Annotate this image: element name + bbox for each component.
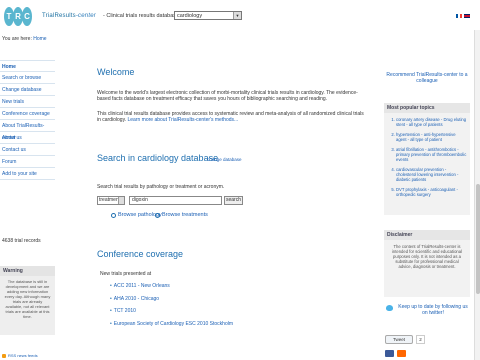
sidebar-nav: Home Search or browse Change database Ne… bbox=[0, 60, 55, 180]
rss-icon bbox=[2, 353, 6, 358]
db-label: - Clinical trials results database in bbox=[103, 13, 185, 19]
browse-treatments-link[interactable]: Browse treatments bbox=[155, 212, 208, 219]
disclaimer-box: Disclaimer The content of TrialResults-c… bbox=[384, 230, 470, 297]
brand-suffix: -center bbox=[75, 13, 96, 19]
welcome-paragraph-1: Welcome to the world's largest electroni… bbox=[97, 90, 358, 102]
warning-title: Warning bbox=[0, 266, 55, 276]
conference-subtitle: New trials presented at bbox=[100, 271, 152, 277]
logo-letter-c: C bbox=[22, 7, 32, 26]
search-title: Search in cardiology database bbox=[97, 153, 219, 163]
topic-item[interactable]: coronary artery disease - Drug eluting s… bbox=[396, 117, 467, 127]
breadcrumb-home-link[interactable]: Home bbox=[33, 36, 46, 42]
conference-item-aha-2010[interactable]: AHA 2010 - Chicago bbox=[110, 296, 233, 309]
conference-item-tct-2010[interactable]: TCT 2010 bbox=[110, 308, 233, 321]
page-scrollbar[interactable] bbox=[474, 30, 480, 360]
welcome-title: Welcome bbox=[97, 67, 135, 77]
magnifier-icon bbox=[111, 213, 116, 219]
english-flag-icon[interactable] bbox=[464, 14, 470, 18]
learn-more-link[interactable]: Learn more about TrialResults-center's m… bbox=[127, 117, 238, 123]
conference-list: ACC 2011 - New Orleans AHA 2010 - Chicag… bbox=[110, 283, 233, 333]
topic-item[interactable]: DVT prophylaxis - anticoagulant - orthop… bbox=[396, 187, 467, 197]
chevron-down-icon: ▼ bbox=[233, 12, 241, 19]
welcome-paragraph-2: This clinical trial results database pro… bbox=[97, 111, 369, 123]
nav-item-add-to-site[interactable]: Add to your site bbox=[0, 168, 55, 180]
conference-title: Conference coverage bbox=[97, 249, 184, 259]
nav-item-new-trials[interactable]: New trials bbox=[0, 96, 55, 108]
chevron-down-icon bbox=[118, 197, 124, 204]
popular-topics-title: Most popular topics bbox=[384, 103, 470, 113]
nav-item-about-trialresults[interactable]: About TrialResults-center bbox=[0, 120, 55, 141]
change-database-link[interactable]: change database bbox=[207, 157, 242, 163]
search-button[interactable]: search bbox=[224, 196, 243, 205]
french-flag-icon[interactable] bbox=[456, 14, 462, 18]
nav-item-about-us[interactable]: About us bbox=[0, 132, 55, 144]
tweet-widget: Tweet 2 bbox=[385, 335, 425, 344]
twitter-follow-text: Keep up to date by following us on twitt… bbox=[398, 304, 468, 316]
database-select-value: cardiology bbox=[177, 13, 203, 19]
nav-item-home[interactable]: Home bbox=[0, 60, 55, 72]
warning-text: The database is still in development and… bbox=[4, 279, 51, 319]
scrollbar-thumb[interactable] bbox=[476, 184, 480, 294]
magnifier-icon bbox=[155, 213, 160, 219]
search-type-select[interactable]: treatment bbox=[97, 196, 125, 205]
share-buttons bbox=[385, 350, 406, 357]
twitter-follow-link[interactable]: Keep up to date by following us on twitt… bbox=[386, 304, 470, 316]
header: T R C TrialResults-center - Clinical tri… bbox=[0, 0, 480, 34]
popular-topics-box: Most popular topics coronary artery dise… bbox=[384, 103, 470, 215]
conference-item-acc-2011[interactable]: ACC 2011 - New Orleans bbox=[110, 283, 233, 296]
popular-topics-list: coronary artery disease - Drug eluting s… bbox=[384, 117, 470, 197]
tweet-button[interactable]: Tweet bbox=[385, 335, 413, 344]
nav-item-forum[interactable]: Forum bbox=[0, 156, 55, 168]
nav-item-contact-us[interactable]: Contact us bbox=[0, 144, 55, 156]
warning-box: Warning The database is still in develop… bbox=[0, 266, 55, 335]
rss-link[interactable]: RSS news feeds bbox=[2, 353, 38, 358]
nav-item-conference-coverage[interactable]: Conference coverage bbox=[0, 108, 55, 120]
nav-item-search[interactable]: Search or browse bbox=[0, 72, 55, 84]
recommend-link[interactable]: Recommend TrialResults-center to a colle… bbox=[386, 72, 468, 84]
topic-item[interactable]: atrial fibrillation - antithrombotics - … bbox=[396, 147, 467, 162]
logo[interactable]: T R C bbox=[4, 7, 32, 26]
facebook-share-icon[interactable] bbox=[385, 350, 394, 357]
topic-item[interactable]: cardiovascular prevention - cholesterol … bbox=[396, 167, 467, 182]
breadcrumb: You are here: Home bbox=[2, 36, 47, 43]
trial-count: 4638 trial records bbox=[2, 238, 41, 244]
tweet-count: 2 bbox=[416, 335, 425, 344]
topic-item[interactable]: hypertension - anti-hypertensive agent -… bbox=[396, 132, 467, 142]
browse-treatments-label: Browse treatments bbox=[162, 212, 208, 218]
breadcrumb-prefix: You are here: bbox=[2, 36, 32, 42]
database-select[interactable]: cardiology ▼ bbox=[174, 11, 242, 20]
nav-item-change-database[interactable]: Change database bbox=[0, 84, 55, 96]
disclaimer-text: The content of TrialResults-center is in… bbox=[391, 244, 463, 269]
language-flags bbox=[456, 14, 470, 18]
twitter-bird-icon bbox=[386, 305, 393, 311]
brand-name[interactable]: TrialResults-center bbox=[42, 13, 96, 21]
disclaimer-title: Disclaimer bbox=[384, 230, 470, 240]
search-help-text: Search trial results by pathology or tre… bbox=[97, 184, 225, 190]
share-icon[interactable] bbox=[397, 350, 406, 357]
rss-label: RSS news feeds bbox=[8, 353, 38, 358]
brand-main: TrialResults bbox=[42, 13, 76, 19]
search-input[interactable]: digoxin bbox=[129, 196, 222, 205]
conference-item-esc-2010[interactable]: European Society of Cardiology ESC 2010 … bbox=[110, 321, 233, 334]
search-type-value: treatment bbox=[99, 197, 121, 203]
